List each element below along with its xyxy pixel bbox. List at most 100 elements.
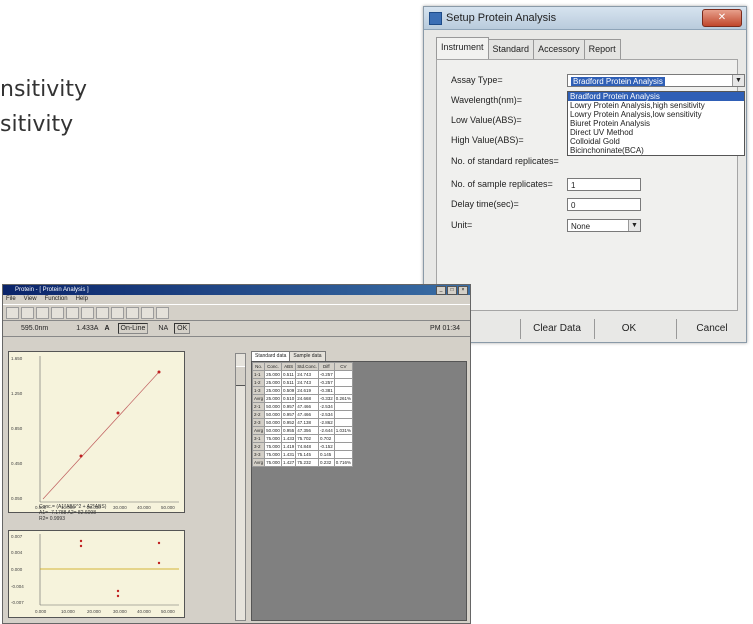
residual-point [157,561,161,565]
table-cell: 47.466 [295,410,319,419]
tab-standard-data[interactable]: Standard data [251,351,291,361]
table-cell: -0.332 [317,394,335,403]
table-cell [333,378,354,387]
table-row[interactable]: Avrg 50.000 0.955 47.356 -2.644 1.031% [251,426,354,435]
table-cell: 0.145 [317,450,335,459]
table-cell: 50.000 [264,410,282,419]
close-icon[interactable]: × [458,286,468,295]
y-tick: 1.250 [11,391,23,396]
menu-help[interactable]: Help [76,295,88,304]
x-tick: 0.000 [35,609,47,614]
calibration-point [116,411,120,415]
read-icon[interactable] [81,306,94,319]
table-cell: 24.619 [295,386,319,395]
close-button[interactable]: ✕ [702,9,742,27]
status-absorbance: 1.433A [76,325,99,332]
delay-time-label: Delay time(sec)= [451,199,519,209]
help-icon[interactable] [156,306,169,319]
table-row[interactable]: 3-1 75.000 1.433 75.702 0.702 [251,434,354,443]
table-icon[interactable] [126,306,139,319]
window-buttons: _ □ × [436,286,468,295]
save-icon[interactable] [21,306,34,319]
menu-function[interactable]: Function [45,295,68,304]
tab-sample-data[interactable]: Sample data [289,351,326,361]
y-tick: 1.650 [11,356,23,361]
table-row[interactable]: 2-3 50.000 0.952 47.138 -2.862 [251,418,354,427]
table-cell: 24.668 [295,394,319,403]
assay-option[interactable]: Lowry Protein Analysis,low sensitivity [568,110,744,119]
column-header: Std.Conc. [295,362,319,371]
setup-icon[interactable] [51,306,64,319]
assay-type-select[interactable]: Bradford Protein Analysis ▼ [567,74,745,87]
toolbar [3,304,470,321]
table-row[interactable]: 2-2 50.000 0.957 47.466 -2.534 [251,410,354,419]
print-icon[interactable] [36,306,49,319]
assay-option[interactable]: Direct UV Method [568,128,744,137]
row-header-cell: 3-2 [251,442,266,451]
maximize-icon[interactable]: □ [447,286,457,295]
blank-icon[interactable] [66,306,79,319]
wavelength-label: Wavelength(nm)= [451,95,522,105]
tab-report[interactable]: Report [583,39,621,59]
ok-button[interactable]: OK [599,318,659,340]
table-row[interactable]: Avrg 25.000 0.510 24.668 -0.332 0.261% [251,394,354,403]
table-row[interactable]: 1-3 25.000 0.509 24.619 -0.381 [251,386,354,395]
tab-instrument[interactable]: Instrument [436,37,489,60]
cancel-button[interactable]: Cancel [682,318,742,340]
regression-equation: Conc.= (A1*ABS^2 + A2*ABS) A1= -7.1788 A… [39,504,106,522]
graph-icon[interactable] [111,306,124,319]
unit-select[interactable]: None ▼ [567,219,641,232]
table-row[interactable]: 1-2 25.000 0.511 24.743 -0.257 [251,378,354,387]
delay-time-input[interactable]: 0 [567,198,641,211]
table-cell: 1.419 [280,442,297,451]
assay-option[interactable]: Colloidal Gold [568,137,744,146]
table-cell [333,418,354,427]
table-row[interactable]: 2-1 50.000 0.957 47.466 -2.534 [251,402,354,411]
table-row[interactable]: 3-3 75.000 1.431 75.145 0.145 [251,450,354,459]
tab-standard[interactable]: Standard [487,39,535,59]
table-cell: 47.356 [295,426,319,435]
assay-option[interactable]: Biuret Protein Analysis [568,119,744,128]
minimize-icon[interactable]: _ [436,286,446,295]
chevron-down-icon[interactable]: ▼ [628,220,640,231]
table-cell [333,402,354,411]
vertical-scrollbar[interactable] [235,353,246,621]
menu-file[interactable]: File [6,295,16,304]
table-cell: 47.138 [295,418,319,427]
open-icon[interactable] [6,306,19,319]
row-header-cell: 1-2 [251,378,266,387]
y-tick: 0.450 [11,461,23,466]
assay-option[interactable]: Bicinchoninate(BCA) [568,146,744,155]
zero-icon[interactable] [96,306,109,319]
table-row[interactable]: 3-2 75.000 1.419 74.848 -0.152 [251,442,354,451]
divider [594,319,595,339]
assay-option[interactable]: Lowry Protein Analysis,high sensitivity [568,101,744,110]
background-line-1: nsitivity [0,77,88,102]
assay-type-label: Assay Type= [451,75,503,85]
row-header-cell: Avrg [251,426,266,435]
sample-replicates-input[interactable]: 1 [567,178,641,191]
tab-accessory[interactable]: Accessory [533,39,585,59]
table-cell: 75.000 [264,442,282,451]
table-row[interactable]: Avrg 75.000 1.427 75.232 0.232 0.716% [251,458,354,467]
equation-line: R2= 0.9993 [39,516,65,522]
menu-view[interactable]: View [24,295,37,304]
table-cell: 0.509 [280,386,297,395]
background-line-2: sitivity [0,112,74,137]
scrollbar-thumb[interactable] [236,366,245,386]
report-icon[interactable] [141,306,154,319]
chevron-down-icon[interactable]: ▼ [732,75,744,86]
y-tick: -0.004 [11,584,24,589]
residual-point [79,539,83,543]
status-wavelength: 595.0nm [21,325,49,332]
row-header-cell: 2-2 [251,410,266,419]
table-row[interactable]: 1-1 25.000 0.511 24.743 -0.257 [251,370,354,379]
table-cell: 0.510 [280,394,297,403]
y-tick: 0.004 [11,550,23,555]
table-cell: 1.427 [280,458,297,467]
assay-option[interactable]: Bradford Protein Analysis [568,92,744,101]
calibration-line [42,371,160,500]
clear-data-button[interactable]: Clear Data [524,318,590,340]
table-cell: 1.431 [280,450,297,459]
calibration-plot: 1.650 1.250 0.850 0.450 0.050 0.000 10.0… [8,351,185,513]
